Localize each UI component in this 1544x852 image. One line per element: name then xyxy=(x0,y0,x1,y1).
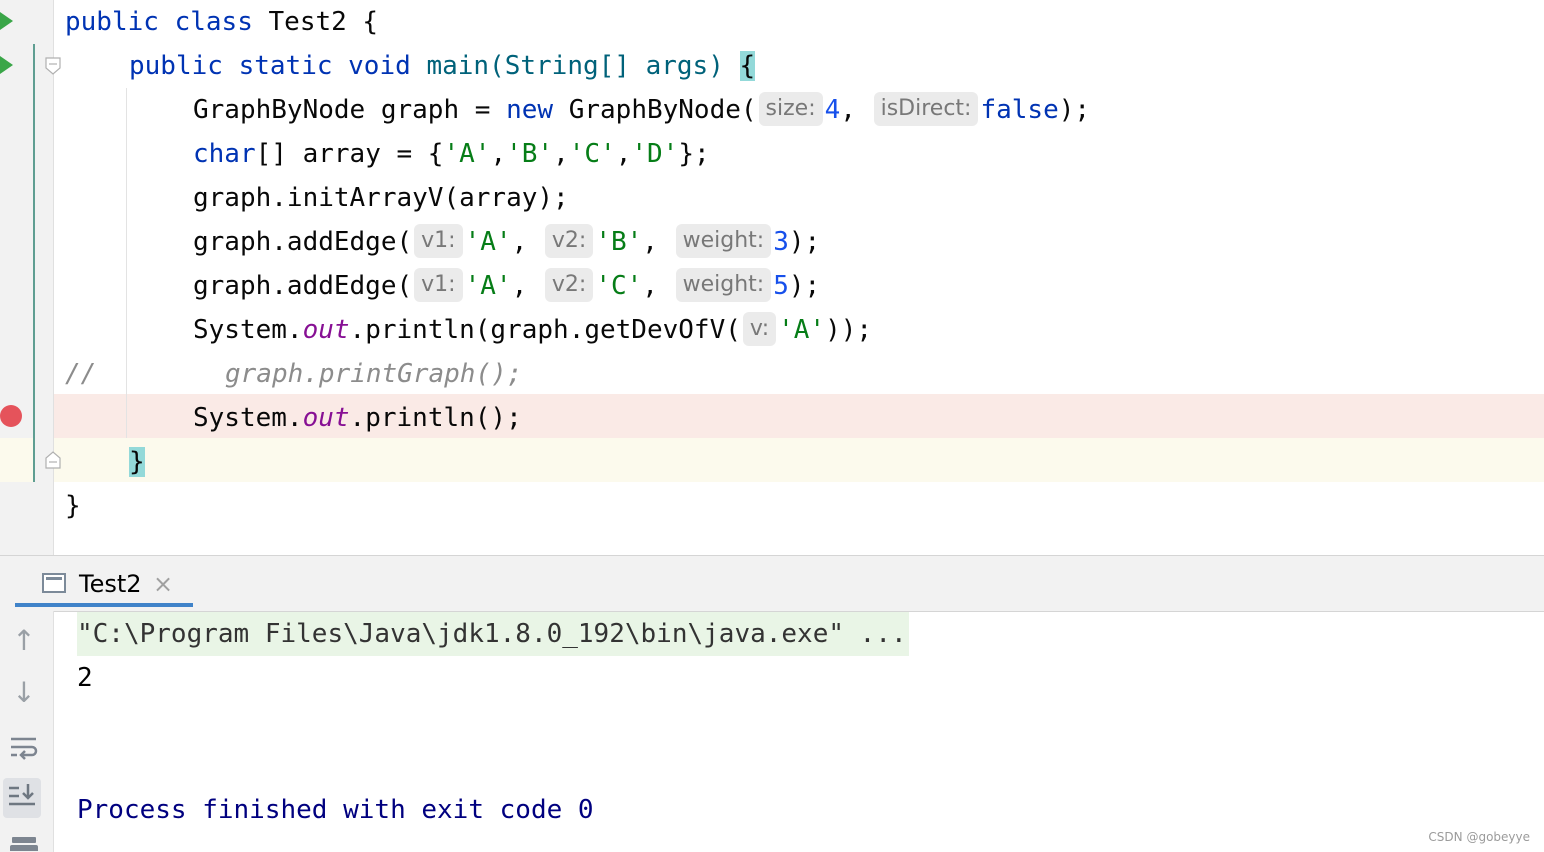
console-icon xyxy=(42,573,66,593)
code-line-8[interactable]: System.out.println(graph.getDevOfV(v: 'A'… xyxy=(193,308,872,352)
active-tab-underline xyxy=(15,603,193,607)
param-hint: v1: xyxy=(414,267,463,302)
code-text: .println(graph.getDevOfV( xyxy=(349,315,741,345)
matched-brace: { xyxy=(739,51,756,81)
keyword: char xyxy=(193,139,256,169)
code-editor[interactable]: public class Test2 { public static void … xyxy=(0,0,1544,555)
keyword: public xyxy=(65,7,159,37)
console-command-line: "C:\Program Files\Java\jdk1.8.0_192\bin\… xyxy=(77,612,909,656)
code-text: }; xyxy=(678,139,710,169)
code-text: , xyxy=(615,139,632,169)
class-name: Test2 { xyxy=(268,7,379,37)
code-text: System. xyxy=(193,315,303,345)
run-main-icon[interactable] xyxy=(0,56,13,74)
param-hint: v2: xyxy=(544,267,594,302)
code-text: , xyxy=(490,139,507,169)
code-text: , xyxy=(511,227,543,257)
code-text: ); xyxy=(788,271,821,301)
code-text: GraphByNode( xyxy=(553,95,757,125)
indent-guide xyxy=(126,88,127,438)
keyword: new xyxy=(506,95,554,125)
param-hint: weight: xyxy=(675,223,772,258)
char-literal: 'C' xyxy=(595,271,643,301)
char-literal: 'C' xyxy=(568,139,616,169)
fold-close-icon[interactable] xyxy=(45,451,61,469)
code-text: } xyxy=(65,491,81,521)
char-literal: 'A' xyxy=(464,271,512,301)
code-text: , xyxy=(642,227,674,257)
comment-slashes: // xyxy=(65,359,97,389)
console-output: 2 xyxy=(77,663,93,693)
matched-brace: } xyxy=(129,447,145,477)
arrow-up-icon[interactable]: ↑ xyxy=(8,623,40,659)
code-text: , xyxy=(642,271,674,301)
char-literal: 'D' xyxy=(631,139,679,169)
code-text: ); xyxy=(788,227,821,257)
code-text: , xyxy=(511,271,543,301)
code-text: graph.addEdge( xyxy=(193,271,413,301)
run-panel-header: Test2 × xyxy=(0,555,1544,612)
comment-text: graph.printGraph(); xyxy=(225,359,523,389)
code-line-10[interactable]: System.out.println(); xyxy=(193,396,522,440)
param-hint: weight: xyxy=(675,267,772,302)
arrow-down-icon[interactable]: ↓ xyxy=(8,675,40,711)
keyword: public xyxy=(129,51,223,81)
code-line-7[interactable]: graph.addEdge(v1: 'A', v2: 'C', weight: 5); xyxy=(193,264,820,308)
scroll-to-end-icon[interactable] xyxy=(3,778,41,818)
number-literal: 3 xyxy=(773,227,789,257)
keyword: false xyxy=(980,95,1059,125)
keyword: class xyxy=(174,7,253,37)
current-line-gutter-highlight xyxy=(0,438,34,482)
code-line-9[interactable]: // graph.printGraph(); xyxy=(65,352,522,396)
param-hint: v2: xyxy=(544,223,594,258)
param-hint: v1: xyxy=(414,223,463,258)
char-literal: 'B' xyxy=(595,227,643,257)
char-literal: 'A' xyxy=(464,227,512,257)
code-text: System. xyxy=(193,403,303,433)
console-toolbar: ↑ ↓ xyxy=(0,611,54,852)
code-text: graph.initArrayV(array); xyxy=(193,183,569,213)
code-text: )); xyxy=(825,315,873,345)
number-literal: 4 xyxy=(824,95,841,125)
change-marker-bar xyxy=(33,44,35,482)
run-class-icon[interactable] xyxy=(0,12,13,30)
keyword: void xyxy=(348,51,411,81)
code-line-1[interactable]: public class Test2 { xyxy=(65,0,378,44)
param-hint: v: xyxy=(742,311,777,346)
current-line-highlight xyxy=(54,438,1544,482)
tab-label[interactable]: Test2 xyxy=(79,570,142,598)
char-literal: 'A' xyxy=(443,139,491,169)
fold-open-icon[interactable] xyxy=(45,57,61,75)
code-text: GraphByNode graph = xyxy=(193,95,507,125)
code-text: .println(); xyxy=(349,403,522,433)
method-signature: main(String[] args) xyxy=(426,51,740,81)
static-field: out xyxy=(302,315,350,345)
console-exit-message: Process finished with exit code 0 xyxy=(77,795,594,825)
code-line-3[interactable]: GraphByNode graph = new GraphByNode(size… xyxy=(193,88,1090,132)
print-icon[interactable] xyxy=(8,829,40,851)
code-line-6[interactable]: graph.addEdge(v1: 'A', v2: 'B', weight: 3); xyxy=(193,220,820,264)
code-line-11[interactable]: } xyxy=(129,440,145,484)
close-icon[interactable]: × xyxy=(153,570,173,598)
code-text: , xyxy=(553,139,569,169)
number-literal: 5 xyxy=(773,271,789,301)
code-line-4[interactable]: char[] array = {'A','B','C','D'}; xyxy=(193,132,710,176)
code-line-5[interactable]: graph.initArrayV(array); xyxy=(193,176,569,220)
char-literal: 'A' xyxy=(778,315,826,345)
char-literal: 'B' xyxy=(506,139,554,169)
param-hint: size: xyxy=(758,91,823,126)
soft-wrap-icon[interactable] xyxy=(8,729,40,765)
breakpoint-icon[interactable] xyxy=(0,405,22,427)
code-text: ); xyxy=(1058,95,1091,125)
code-text: graph.addEdge( xyxy=(193,227,413,257)
watermark: CSDN @gobeyye xyxy=(1428,830,1530,844)
code-text: , xyxy=(840,95,872,125)
static-field: out xyxy=(302,403,350,433)
keyword: static xyxy=(238,51,333,81)
code-line-2[interactable]: public static void main(String[] args) { xyxy=(129,44,756,88)
code-line-12[interactable]: } xyxy=(65,484,81,528)
code-text: [] array = { xyxy=(255,139,444,169)
param-hint: isDirect: xyxy=(873,91,979,126)
